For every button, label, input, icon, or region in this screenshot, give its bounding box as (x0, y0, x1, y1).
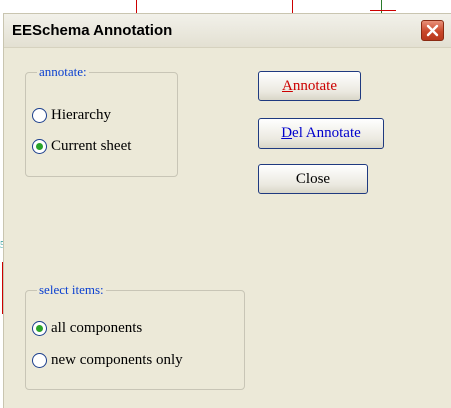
close-window-button[interactable] (421, 20, 444, 41)
annotate-group (25, 72, 178, 177)
radio-new-components-only-circle[interactable] (32, 353, 47, 368)
select-items-group-legend: select items: (37, 282, 106, 297)
radio-all-components-circle[interactable] (32, 321, 47, 336)
schematic-wire (381, 0, 382, 13)
del-annotate-button-mnemonic: D (281, 125, 293, 141)
annotate-button[interactable]: Annotate (258, 71, 361, 101)
radio-all-components[interactable]: all components (32, 320, 142, 337)
schematic-wire (136, 0, 137, 13)
radio-current-sheet-circle[interactable] (32, 139, 47, 154)
title-bar[interactable]: EESchema Annotation (4, 14, 451, 48)
annotate-button-mnemonic: A (282, 77, 293, 94)
radio-hierarchy-circle[interactable] (32, 108, 47, 123)
annotate-button-label: nnotate (292, 77, 337, 94)
radio-new-components-only-label: new components only (51, 352, 183, 368)
radio-hierarchy-label: Hierarchy (51, 107, 111, 123)
schematic-wire (292, 0, 293, 13)
dialog-title: EESchema Annotation (12, 22, 173, 39)
select-items-group (25, 290, 245, 390)
del-annotate-button-label: el Annotate (292, 125, 361, 141)
close-icon (426, 24, 439, 37)
radio-current-sheet-label: Current sheet (51, 138, 132, 154)
annotate-group-legend: annotate: (37, 64, 89, 79)
radio-new-components-only[interactable]: new components only (32, 352, 183, 369)
close-button-label: Close (295, 170, 331, 187)
del-annotate-button[interactable]: Del Annotate (258, 118, 384, 149)
schematic-wire (370, 10, 396, 11)
radio-all-components-label: all components (51, 320, 143, 336)
radio-hierarchy[interactable]: Hierarchy (32, 107, 111, 124)
radio-current-sheet[interactable]: Current sheet (32, 138, 131, 155)
close-button[interactable]: Close (258, 164, 368, 194)
annotation-dialog: EESchema Annotation annotate: Hierarchy … (3, 13, 451, 408)
